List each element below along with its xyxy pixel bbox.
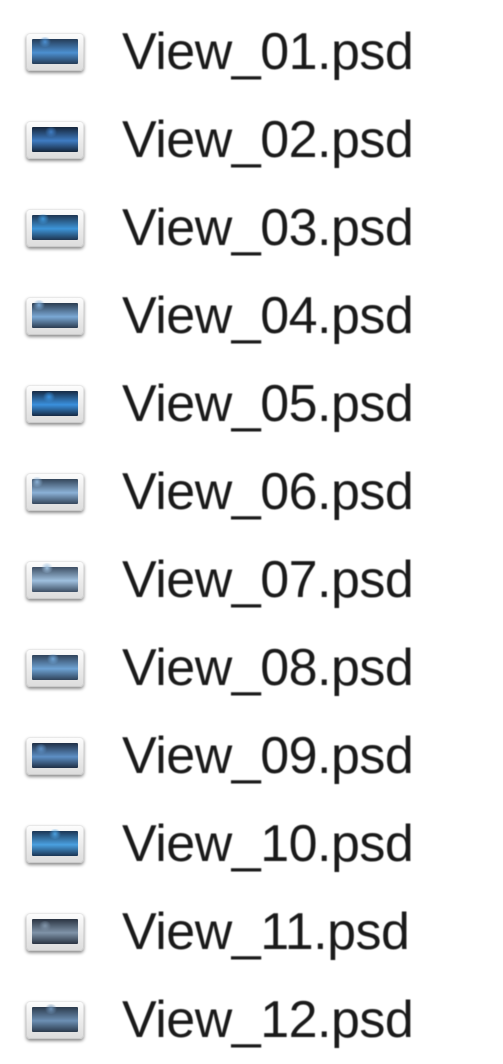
file-item[interactable]: View_07.psd bbox=[0, 536, 503, 624]
file-name: View_12.psd bbox=[122, 991, 414, 1049]
file-name: View_05.psd bbox=[122, 375, 414, 433]
file-name: View_10.psd bbox=[122, 815, 414, 873]
file-name: View_01.psd bbox=[122, 23, 414, 81]
file-list: View_01.psd View_02.psd View_03.psd View… bbox=[0, 8, 503, 1064]
file-item[interactable]: View_06.psd bbox=[0, 448, 503, 536]
file-name: View_02.psd bbox=[122, 111, 414, 169]
psd-file-icon bbox=[26, 297, 84, 335]
file-name: View_08.psd bbox=[122, 639, 414, 697]
psd-file-icon bbox=[26, 473, 84, 511]
psd-file-icon bbox=[26, 561, 84, 599]
psd-file-icon bbox=[26, 385, 84, 423]
psd-file-icon bbox=[26, 825, 84, 863]
file-item[interactable]: View_11.psd bbox=[0, 888, 503, 976]
psd-file-icon bbox=[26, 913, 84, 951]
file-name: View_04.psd bbox=[122, 287, 414, 345]
file-name: View_06.psd bbox=[122, 463, 414, 521]
file-name: View_07.psd bbox=[122, 551, 414, 609]
psd-file-icon bbox=[26, 1001, 84, 1039]
file-item[interactable]: View_10.psd bbox=[0, 800, 503, 888]
psd-file-icon bbox=[26, 649, 84, 687]
file-name: View_03.psd bbox=[122, 199, 414, 257]
file-item[interactable]: View_08.psd bbox=[0, 624, 503, 712]
file-item[interactable]: View_01.psd bbox=[0, 8, 503, 96]
file-item[interactable]: View_05.psd bbox=[0, 360, 503, 448]
file-item[interactable]: View_03.psd bbox=[0, 184, 503, 272]
file-item[interactable]: View_02.psd bbox=[0, 96, 503, 184]
file-item[interactable]: View_12.psd bbox=[0, 976, 503, 1064]
file-item[interactable]: View_09.psd bbox=[0, 712, 503, 800]
psd-file-icon bbox=[26, 737, 84, 775]
psd-file-icon bbox=[26, 209, 84, 247]
file-name: View_11.psd bbox=[122, 903, 410, 961]
psd-file-icon bbox=[26, 121, 84, 159]
psd-file-icon bbox=[26, 33, 84, 71]
file-name: View_09.psd bbox=[122, 727, 414, 785]
file-item[interactable]: View_04.psd bbox=[0, 272, 503, 360]
